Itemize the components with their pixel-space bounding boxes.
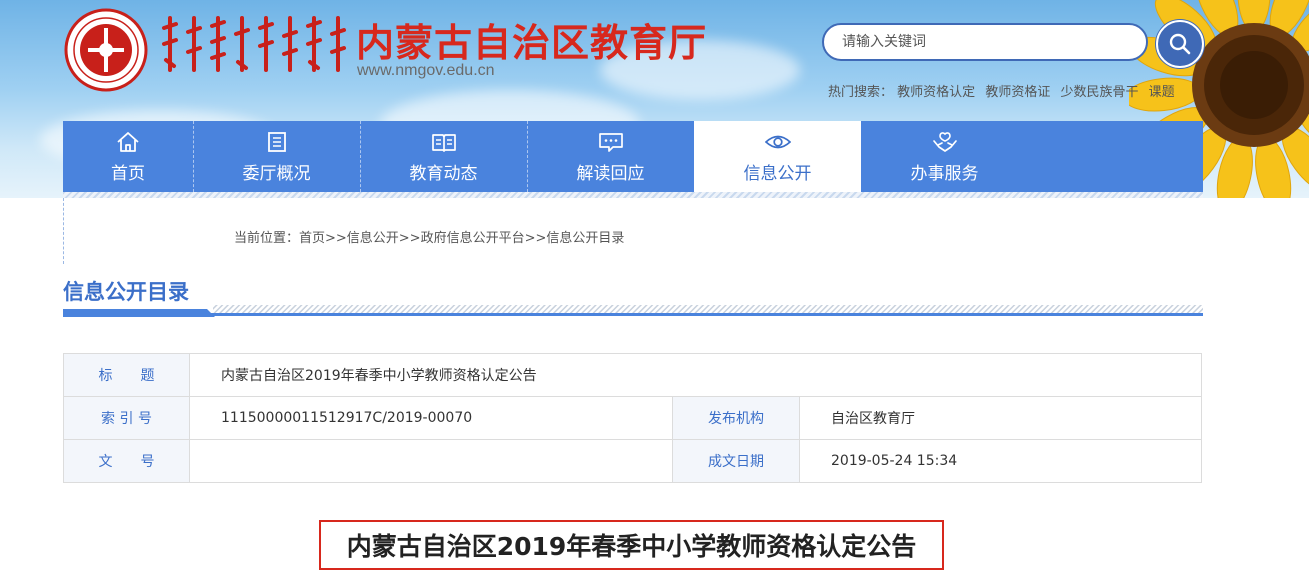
nav-item-info-disclosure[interactable]: 信息公开 <box>694 121 861 192</box>
nav-item-services[interactable]: 办事服务 <box>861 121 1028 192</box>
hot-search: 热门搜索： 教师资格认定 教师资格证 少数民族骨干 课题 <box>828 81 1181 100</box>
hot-search-label: 热门搜索： <box>828 85 894 100</box>
meta-value-title: 内蒙古自治区2019年春季中小学教师资格认定公告 <box>189 353 1202 397</box>
hot-search-term[interactable]: 教师资格证 <box>985 85 1050 100</box>
section-title: 信息公开目录 <box>63 280 189 304</box>
search-icon <box>1169 33 1191 55</box>
bureau-emblem-logo <box>64 8 148 92</box>
dashed-divider <box>63 198 64 264</box>
table-row: 标 题 内蒙古自治区2019年春季中小学教师资格认定公告 <box>63 353 1202 397</box>
search-button[interactable] <box>1156 20 1204 68</box>
hands-service-icon <box>932 132 957 152</box>
nav-item-home[interactable]: 首页 <box>63 121 193 192</box>
table-row: 索 引 号 11150000011512917C/2019-00070 发布机构… <box>63 396 1202 440</box>
meta-value-index: 11150000011512917C/2019-00070 <box>189 396 673 440</box>
meta-label-title: 标 题 <box>63 353 190 397</box>
breadcrumb: 当前位置：首页>>信息公开>>政府信息公开平台>>信息公开目录 <box>234 231 625 246</box>
hot-search-term[interactable]: 教师资格认定 <box>897 85 975 100</box>
nav-label: 信息公开 <box>743 164 812 184</box>
list-icon <box>267 132 286 152</box>
meta-label-publisher: 发布机构 <box>672 396 800 440</box>
nav-label: 办事服务 <box>910 164 979 184</box>
section-title-underline <box>63 305 1203 317</box>
nav-item-interpretation[interactable]: 解读回应 <box>527 121 694 192</box>
eye-icon <box>764 135 791 149</box>
hot-search-term[interactable]: 少数民族骨干 <box>1060 85 1138 100</box>
article-title: 内蒙古自治区2019年春季中小学教师资格认定公告 <box>319 520 944 570</box>
chat-bubble-icon <box>598 133 623 152</box>
nav-label: 委厅概况 <box>242 164 311 184</box>
meta-label-docno: 文 号 <box>63 439 190 483</box>
document-meta-table: 标 题 内蒙古自治区2019年春季中小学教师资格认定公告 索 引 号 11150… <box>63 353 1202 483</box>
main-nav: 首页 委厅概况 教育动态 解读回应 信息公开 办事服务 <box>63 121 1203 192</box>
book-icon <box>431 134 456 152</box>
site-url: www.nmgov.edu.cn <box>357 62 495 79</box>
site-title: 内蒙古自治区教育厅 <box>356 21 708 65</box>
hot-search-term[interactable]: 课题 <box>1149 85 1175 100</box>
home-icon <box>117 132 139 152</box>
meta-label-date: 成文日期 <box>672 439 800 483</box>
search-input[interactable] <box>822 23 1148 61</box>
meta-label-index: 索 引 号 <box>63 396 190 440</box>
meta-value-docno <box>189 439 673 483</box>
nav-item-education-news[interactable]: 教育动态 <box>360 121 527 192</box>
meta-value-publisher: 自治区教育厅 <box>799 396 1202 440</box>
nav-label: 教育动态 <box>409 164 478 184</box>
meta-value-date: 2019-05-24 15:34 <box>799 439 1202 483</box>
mongolian-script-logo <box>162 16 346 72</box>
nav-label: 解读回应 <box>576 164 645 184</box>
nav-label: 首页 <box>111 164 145 184</box>
nav-item-overview[interactable]: 委厅概况 <box>193 121 360 192</box>
nav-pattern-strip <box>63 192 1203 198</box>
table-row: 文 号 成文日期 2019-05-24 15:34 <box>63 439 1202 483</box>
